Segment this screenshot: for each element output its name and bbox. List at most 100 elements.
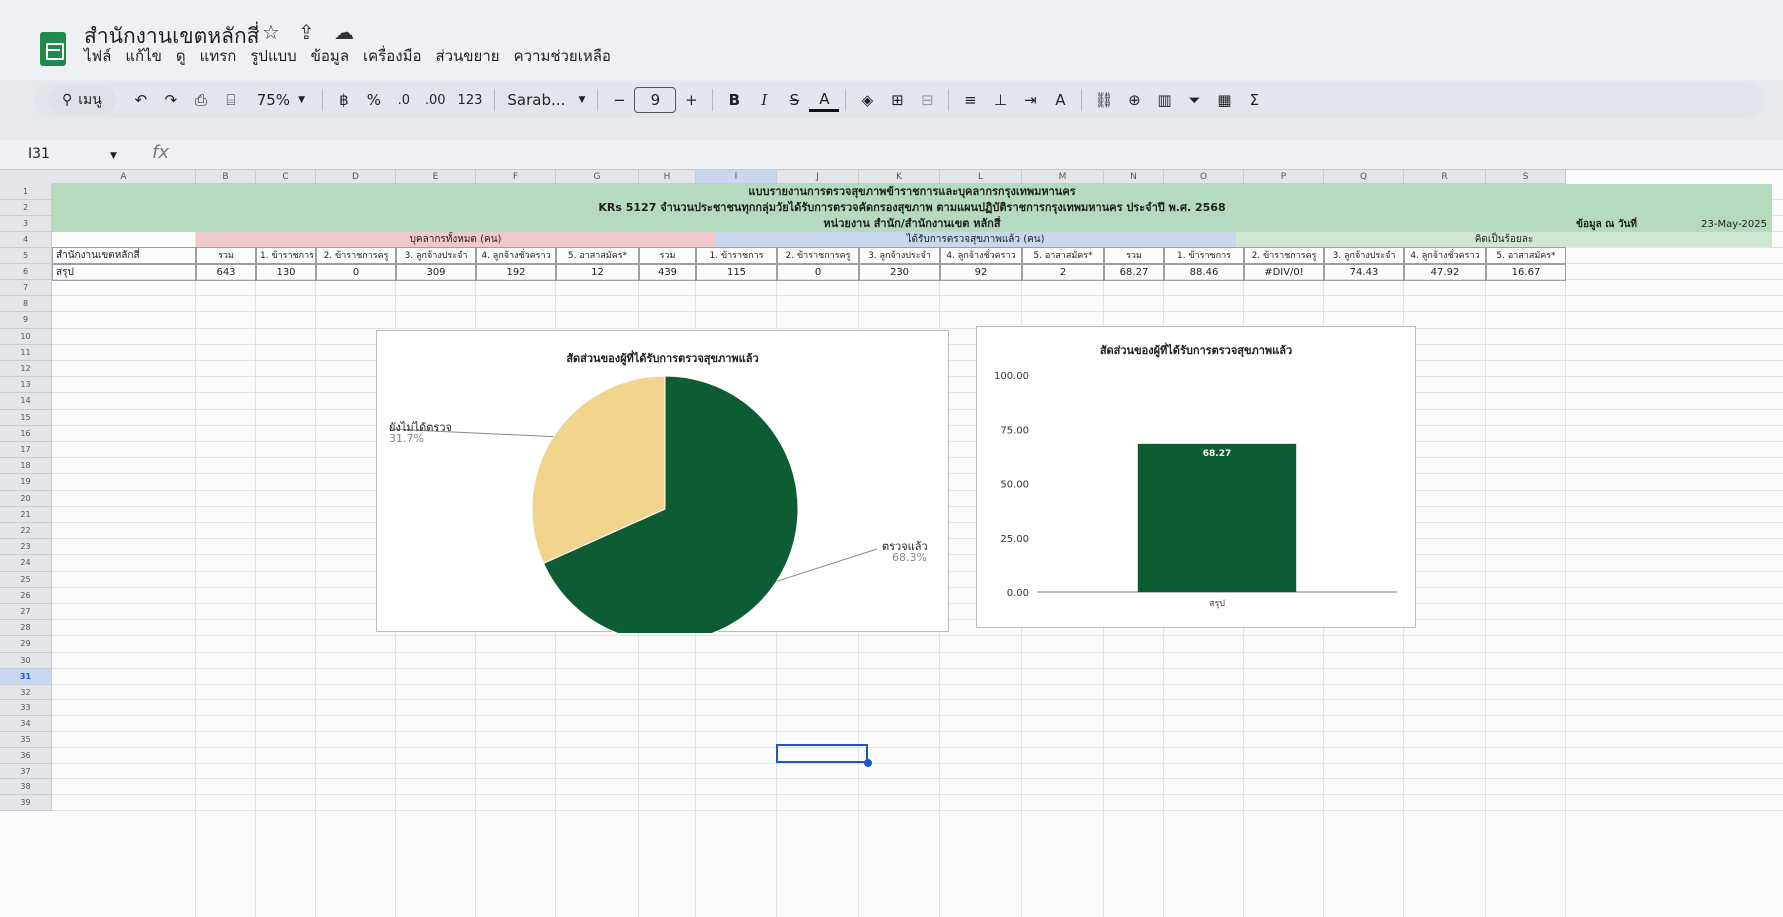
- row-header[interactable]: 26: [0, 587, 52, 604]
- value-cell[interactable]: 68.27: [1104, 264, 1164, 281]
- row-header[interactable]: 27: [0, 604, 52, 621]
- menu-data[interactable]: ข้อมูล: [311, 44, 349, 68]
- column-label-cell[interactable]: 5. อาสาสมัคร*: [556, 247, 639, 264]
- column-label-cell[interactable]: 1. ข้าราชการ: [1164, 247, 1244, 264]
- value-cell[interactable]: 439: [639, 264, 696, 281]
- row-header[interactable]: 24: [0, 555, 52, 572]
- row-header[interactable]: 12: [0, 361, 52, 378]
- row-header[interactable]: 35: [0, 732, 52, 748]
- row-header[interactable]: 22: [0, 523, 52, 540]
- value-cell[interactable]: 0: [316, 264, 396, 281]
- row-header[interactable]: 13: [0, 377, 52, 394]
- menu-insert[interactable]: แทรก: [200, 44, 237, 68]
- column-label-cell[interactable]: 4. ลูกจ้างชั่วคราว: [476, 247, 556, 264]
- row-header[interactable]: 2: [0, 200, 52, 216]
- bar-chart[interactable]: สัดส่วนของผู้ที่ได้รับการตรวจสุขภาพแล้ว …: [976, 326, 1416, 628]
- percent-button[interactable]: %: [359, 86, 389, 114]
- column-header[interactable]: L: [940, 170, 1022, 184]
- value-cell[interactable]: 88.46: [1164, 264, 1244, 281]
- menu-search[interactable]: ⚲ เมนู: [48, 85, 116, 115]
- column-label-cell[interactable]: 4. ลูกจ้างชั่วคราว: [1404, 247, 1486, 264]
- row-header[interactable]: 14: [0, 393, 52, 410]
- row-header[interactable]: 8: [0, 296, 52, 313]
- group-staff-header[interactable]: บุคลากรทั้งหมด (คน): [196, 232, 715, 247]
- italic-button[interactable]: I: [749, 86, 779, 114]
- menu-file[interactable]: ไฟล์: [84, 44, 111, 68]
- paint-format-icon[interactable]: ⌸: [216, 86, 246, 114]
- text-rotation-icon[interactable]: A: [1045, 86, 1075, 114]
- value-cell[interactable]: 192: [476, 264, 556, 281]
- move-to-drive-icon[interactable]: ⇪: [298, 20, 315, 44]
- chart-icon[interactable]: ▥: [1149, 86, 1179, 114]
- value-cell[interactable]: 309: [396, 264, 476, 281]
- row-header[interactable]: 23: [0, 539, 52, 556]
- column-label-cell[interactable]: รวม: [1104, 247, 1164, 264]
- row-header[interactable]: 30: [0, 652, 52, 669]
- column-header[interactable]: D: [316, 170, 396, 184]
- currency-icon[interactable]: ฿: [329, 86, 359, 114]
- column-header[interactable]: O: [1164, 170, 1244, 184]
- column-header[interactable]: E: [396, 170, 476, 184]
- column-label-cell[interactable]: 1. ข้าราชการ: [256, 247, 316, 264]
- row-header[interactable]: 11: [0, 344, 52, 361]
- name-box[interactable]: I31 ▼: [28, 146, 117, 162]
- text-wrapping-icon[interactable]: ⇥: [1015, 86, 1045, 114]
- row-header[interactable]: 7: [0, 280, 52, 297]
- column-header[interactable]: H: [639, 170, 696, 184]
- group-checked-header[interactable]: ได้รับการตรวจสุขภาพแล้ว (คน): [715, 232, 1236, 247]
- column-header[interactable]: N: [1104, 170, 1164, 184]
- cloud-status-icon[interactable]: ☁: [334, 20, 354, 44]
- column-label-cell[interactable]: 5. อาสาสมัคร*: [1486, 247, 1566, 264]
- bold-button[interactable]: B: [719, 86, 749, 114]
- menu-extensions[interactable]: ส่วนขยาย: [435, 44, 499, 68]
- value-cell[interactable]: 643: [196, 264, 256, 281]
- value-cell[interactable]: 12: [556, 264, 639, 281]
- star-icon[interactable]: ☆: [262, 20, 280, 44]
- summary-label-cell[interactable]: สรุป: [52, 264, 196, 281]
- value-cell[interactable]: 0: [777, 264, 859, 281]
- report-title-row[interactable]: แบบรายงานการตรวจสุขภาพข้าราชการและบุคลาก…: [52, 184, 1772, 200]
- row-header[interactable]: 1: [0, 184, 52, 200]
- date-value[interactable]: 23-May-2025: [1650, 217, 1770, 233]
- spreadsheet-grid[interactable]: ABCDEFGHIJKLMNOPQRS 1 2 3 4 5 6 7 8 9 10 11 12 13 14 1…: [0, 170, 1783, 917]
- decrease-font-size-icon[interactable]: −: [604, 86, 634, 114]
- row-header[interactable]: 34: [0, 716, 52, 732]
- column-header[interactable]: K: [859, 170, 940, 184]
- select-all-corner[interactable]: [0, 170, 52, 184]
- column-header[interactable]: B: [196, 170, 256, 184]
- row-header[interactable]: 32: [0, 684, 52, 701]
- filter-icon[interactable]: ⏷: [1179, 86, 1209, 114]
- row-header[interactable]: 15: [0, 409, 52, 426]
- sheets-logo-icon[interactable]: [40, 32, 66, 66]
- strikethrough-icon[interactable]: S: [779, 86, 809, 114]
- column-header[interactable]: M: [1022, 170, 1104, 184]
- column-label-cell[interactable]: 3. ลูกจ้างประจำ: [396, 247, 476, 264]
- column-label-cell[interactable]: รวม: [639, 247, 696, 264]
- column-label-cell[interactable]: 1. ข้าราชการ: [696, 247, 777, 264]
- font-select[interactable]: Sarab... ▼: [501, 86, 591, 114]
- link-icon[interactable]: ⛓: [1088, 86, 1119, 114]
- value-cell[interactable]: 47.92: [1404, 264, 1486, 281]
- row-header[interactable]: 39: [0, 795, 52, 811]
- active-cell-i31[interactable]: [776, 744, 868, 763]
- date-label[interactable]: ข้อมูล ณ วันที่: [1530, 217, 1640, 233]
- value-cell[interactable]: 115: [696, 264, 777, 281]
- row-header[interactable]: 16: [0, 425, 52, 442]
- row-header[interactable]: 33: [0, 700, 52, 717]
- row-header[interactable]: 9: [0, 312, 52, 329]
- column-header[interactable]: Q: [1324, 170, 1404, 184]
- row-header[interactable]: 25: [0, 571, 52, 588]
- menu-view[interactable]: ดู: [176, 44, 186, 68]
- number-format-button[interactable]: 123: [452, 86, 489, 114]
- column-header[interactable]: C: [256, 170, 316, 184]
- column-label-cell[interactable]: 5. อาสาสมัคร*: [1022, 247, 1104, 264]
- column-label-cell[interactable]: รวม: [196, 247, 256, 264]
- fill-color-icon[interactable]: ◈: [852, 86, 882, 114]
- row-header[interactable]: 37: [0, 763, 52, 780]
- undo-icon[interactable]: ↶: [126, 86, 156, 114]
- row-header[interactable]: 36: [0, 747, 52, 764]
- menu-edit[interactable]: แก้ไข: [125, 44, 162, 68]
- row-header[interactable]: 31: [0, 668, 52, 685]
- decrease-decimal-button[interactable]: .0: [389, 86, 419, 114]
- row-header[interactable]: 4: [0, 232, 52, 248]
